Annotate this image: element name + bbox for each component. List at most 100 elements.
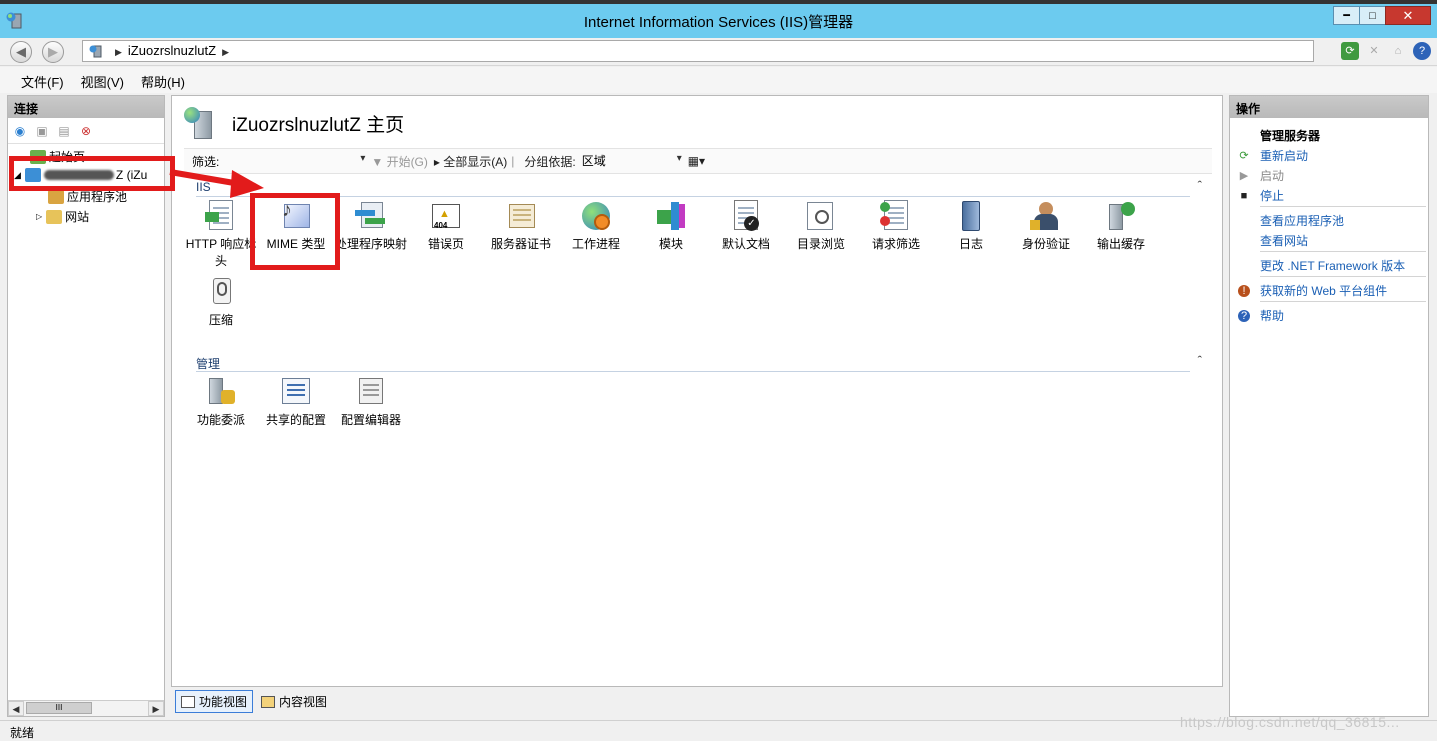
feature-http-headers[interactable]: HTTP 响应标头: [184, 200, 258, 270]
feature-delegation-icon: [205, 376, 237, 408]
http-headers-icon: [205, 200, 237, 232]
feature-default-document[interactable]: ✓ 默认文档: [709, 200, 783, 253]
minimize-button[interactable]: ━: [1333, 6, 1360, 25]
feature-label: 默认文档: [721, 237, 770, 251]
group-iis: IIS ˆ: [184, 178, 1210, 197]
feature-request-filtering[interactable]: 请求筛选: [859, 200, 933, 253]
server-home-icon: [184, 107, 214, 139]
menu-help[interactable]: 帮助(H): [134, 67, 192, 93]
feature-server-certificates[interactable]: 服务器证书: [484, 200, 558, 253]
tab-label: 内容视图: [279, 695, 328, 709]
feature-delegation[interactable]: 功能委派: [184, 376, 258, 429]
scroll-right-icon[interactable]: ▶: [148, 701, 164, 716]
tree-sites[interactable]: ▷ 网站: [36, 208, 89, 225]
group-management-title: 管理: [196, 357, 221, 371]
default-document-icon: ✓: [730, 200, 762, 232]
feature-directory-browsing[interactable]: 目录浏览: [784, 200, 858, 253]
app-pool-icon: [48, 189, 64, 204]
tab-content-view[interactable]: 内容视图: [255, 690, 333, 713]
feature-output-caching[interactable]: 输出缓存: [1084, 200, 1158, 253]
feature-label: 目录浏览: [796, 237, 845, 251]
forward-button[interactable]: ▶: [42, 41, 64, 63]
action-restart[interactable]: ⟳ 重新启动: [1238, 147, 1428, 164]
features-pane: iZuozrslnuzlutZ 主页 筛选: ▼ 开始(G) ▸ 全部显示(A)…: [171, 95, 1223, 687]
back-arrow-icon: ◀: [16, 44, 26, 59]
show-all-label: 全部显示(A): [443, 154, 508, 169]
tab-features-view[interactable]: 功能视图: [175, 690, 254, 713]
feature-label: 功能委派: [196, 413, 245, 427]
feature-label: 共享的配置: [265, 413, 326, 427]
error-pages-icon: ▲ 404: [430, 200, 462, 232]
close-button[interactable]: ✕: [1385, 6, 1431, 25]
feature-compression[interactable]: 压缩: [184, 276, 258, 329]
action-stop[interactable]: ■ 停止: [1238, 187, 1428, 204]
up-folder-icon[interactable]: ▤: [56, 123, 72, 139]
scroll-left-icon[interactable]: ◀: [8, 701, 24, 716]
tab-label: 功能视图: [199, 695, 248, 709]
action-group-manage-server: 管理服务器: [1238, 127, 1428, 144]
address-box[interactable]: ▶ iZuozrslnuzlutZ ▶: [82, 40, 1314, 62]
scroll-thumb[interactable]: III: [26, 702, 92, 714]
worker-processes-icon: [580, 200, 612, 232]
compression-icon: [205, 276, 237, 308]
feature-label: 处理程序映射: [334, 237, 407, 251]
action-help[interactable]: ? 帮助: [1238, 307, 1428, 324]
feature-authentication[interactable]: 身份验证: [1009, 200, 1083, 253]
handler-mappings-icon: [355, 200, 387, 232]
horizontal-scrollbar[interactable]: ◀ III ▶: [8, 700, 164, 716]
feature-configuration-editor[interactable]: 配置编辑器: [334, 376, 408, 429]
disconnect-icon[interactable]: ⊗: [78, 123, 94, 139]
group-management: 管理 ˆ: [184, 353, 1210, 372]
watermark: https://blog.csdn.net/qq_36815...: [1180, 714, 1400, 730]
highlight-mime-types: [250, 193, 340, 270]
maximize-button[interactable]: □: [1359, 6, 1386, 25]
action-start: ▶ 启动: [1238, 167, 1428, 184]
action-label: 重新启动: [1260, 149, 1309, 163]
tree-label: 网站: [65, 210, 90, 224]
view-mode-icon[interactable]: ▦▾: [688, 154, 705, 168]
menu-file[interactable]: 文件(F): [14, 67, 71, 93]
filter-start-button[interactable]: ▼ 开始(G): [371, 153, 428, 170]
feature-label: 配置编辑器: [340, 413, 401, 427]
breadcrumb-server[interactable]: iZuozrslnuzlutZ: [128, 43, 216, 58]
save-icon[interactable]: ▣: [34, 123, 50, 139]
start-label: 开始(G): [386, 154, 428, 169]
action-change-framework[interactable]: 更改 .NET Framework 版本: [1238, 257, 1428, 274]
show-all-button[interactable]: ▸ 全部显示(A): [434, 153, 507, 170]
action-label: 管理服务器: [1260, 129, 1321, 143]
connect-globe-icon[interactable]: ◉: [12, 123, 28, 139]
page-title: iZuozrslnuzlutZ 主页: [232, 114, 405, 136]
group-by-select[interactable]: 区域: [582, 152, 682, 170]
action-get-web-platform[interactable]: ! 获取新的 Web 平台组件: [1238, 282, 1428, 299]
breadcrumb-separator-icon: ▶: [222, 47, 229, 57]
feature-label: 日志: [958, 237, 983, 251]
menu-view[interactable]: 视图(V): [74, 67, 131, 93]
shared-configuration-icon: [280, 376, 312, 408]
back-button[interactable]: ◀: [10, 41, 32, 63]
home-icon[interactable]: ⌂: [1389, 42, 1407, 60]
title-bar: Internet Information Services (IIS)管理器 ━…: [0, 0, 1437, 38]
forward-arrow-icon: ▶: [48, 44, 58, 59]
feature-handler-mappings[interactable]: 处理程序映射: [334, 200, 408, 253]
action-label: 更改 .NET Framework 版本: [1260, 259, 1406, 273]
stop-icon[interactable]: ✕: [1365, 42, 1383, 60]
collapse-management-icon[interactable]: ˆ: [1198, 353, 1202, 368]
help-icon[interactable]: ?: [1413, 42, 1431, 60]
action-view-sites[interactable]: 查看网站: [1238, 232, 1428, 249]
feature-label: 工作进程: [571, 237, 620, 251]
refresh-icon[interactable]: ⟳: [1341, 42, 1359, 60]
menu-bar: 文件(F) 视图(V) 帮助(H): [0, 67, 1437, 93]
actions-header: 操作: [1230, 96, 1428, 118]
feature-error-pages[interactable]: ▲ 404 错误页: [409, 200, 483, 253]
feature-label: 错误页: [427, 237, 464, 251]
feature-label: 输出缓存: [1096, 237, 1145, 251]
feature-logging[interactable]: 日志: [934, 200, 1008, 253]
output-caching-icon: [1105, 200, 1137, 232]
feature-worker-processes[interactable]: 工作进程: [559, 200, 633, 253]
feature-shared-configuration[interactable]: 共享的配置: [259, 376, 333, 429]
collapse-iis-icon[interactable]: ˆ: [1198, 178, 1202, 193]
address-bar: ◀ ▶ ▶ iZuozrslnuzlutZ ▶ ⟳ ✕ ⌂ ?: [0, 38, 1437, 66]
action-view-app-pools[interactable]: 查看应用程序池: [1238, 212, 1428, 229]
stop-icon: ■: [1240, 189, 1248, 202]
feature-modules[interactable]: 模块: [634, 200, 708, 253]
